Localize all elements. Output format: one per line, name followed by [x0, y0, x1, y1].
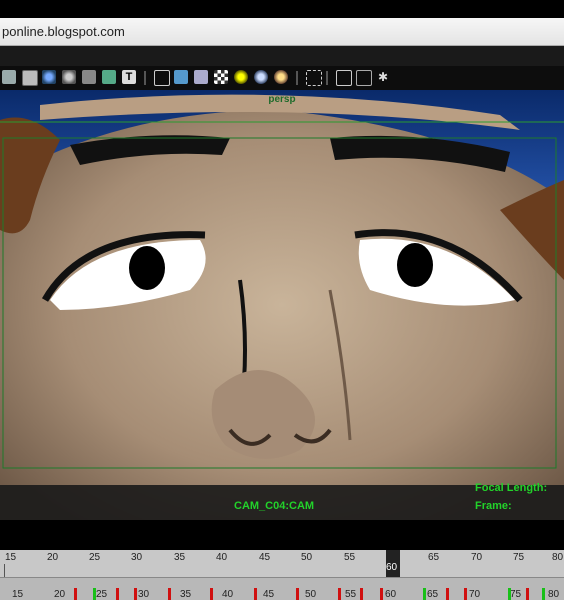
toolbar-separator: [296, 71, 298, 85]
keyframe-marker[interactable]: [116, 588, 119, 600]
camera-name-hud: CAM_C04:CAM: [234, 500, 315, 512]
time-slider-number: 50: [301, 552, 313, 563]
track-number: 15: [12, 589, 24, 600]
sphere-icon[interactable]: [42, 70, 56, 84]
time-slider-number: 15: [5, 552, 17, 563]
keyframe-marker[interactable]: [464, 588, 467, 600]
track-number: 30: [138, 589, 150, 600]
share-icon[interactable]: ✱: [376, 70, 390, 84]
sphere-solid-icon[interactable]: [62, 70, 76, 84]
app-header-gap: [0, 46, 564, 66]
keyframe-marker[interactable]: [360, 588, 363, 600]
current-time-indicator[interactable]: 60: [386, 550, 400, 577]
track-number: 60: [385, 589, 397, 600]
time-slider-number: 55: [344, 552, 356, 563]
time-slider-number: 30: [131, 552, 143, 563]
cube-wire-icon[interactable]: [154, 70, 170, 86]
frame-hud: Frame:: [475, 500, 512, 512]
track-number: 80: [548, 589, 560, 600]
track-number: 65: [427, 589, 439, 600]
keyframe-marker[interactable]: [380, 588, 383, 600]
keyframe-marker[interactable]: [338, 588, 341, 600]
keyframe-marker[interactable]: [446, 588, 449, 600]
keyframe-marker[interactable]: [508, 588, 511, 600]
select-icon[interactable]: [306, 70, 322, 86]
track-number: 25: [96, 589, 108, 600]
light-blue-icon[interactable]: [254, 70, 268, 84]
toolbar-separator: [144, 71, 146, 85]
time-slider-number: 40: [216, 552, 228, 563]
time-slider-number: 20: [47, 552, 59, 563]
keyframe-marker[interactable]: [526, 588, 529, 600]
time-slider-number: 65: [428, 552, 440, 563]
track-number: 45: [263, 589, 275, 600]
track-number: 70: [469, 589, 481, 600]
keyframe-marker[interactable]: [74, 588, 77, 600]
character-face-render: [0, 90, 564, 520]
grid-icon[interactable]: [22, 70, 38, 86]
3d-viewport[interactable]: persp CAM_C04:CAM Focal Length: Frame:: [0, 90, 564, 520]
cube-small-icon[interactable]: [336, 70, 352, 86]
url-text: ponline.blogspot.com: [2, 24, 125, 39]
toolbar-separator: [326, 71, 328, 85]
cube-outline-icon[interactable]: [194, 70, 208, 84]
time-slider-number: 75: [513, 552, 525, 563]
keyframe-marker[interactable]: [254, 588, 257, 600]
time-tick: [4, 564, 5, 577]
time-slider-number: 70: [471, 552, 483, 563]
keyframe-track[interactable]: 15 20 25 30 35 40 45 50 55 60 65 70 75 8…: [0, 578, 564, 600]
track-number: 40: [222, 589, 234, 600]
keyframe-marker[interactable]: [168, 588, 171, 600]
keyframe-marker[interactable]: [423, 588, 426, 600]
xray-icon[interactable]: [82, 70, 96, 84]
viewport-bottom-strip: [0, 520, 564, 550]
time-slider[interactable]: 15 20 25 30 35 40 45 50 55 60 65 70 75 8…: [0, 550, 564, 578]
keyframe-marker[interactable]: [93, 588, 96, 600]
keyframe-marker[interactable]: [134, 588, 137, 600]
browser-url-bar[interactable]: ponline.blogspot.com: [0, 18, 564, 46]
track-number: 20: [54, 589, 66, 600]
keyframe-marker[interactable]: [296, 588, 299, 600]
track-number: 35: [180, 589, 192, 600]
text-icon[interactable]: T: [122, 70, 136, 84]
uv-icon[interactable]: [102, 70, 116, 84]
viewport-toolbar: T ✱: [0, 66, 564, 90]
current-frame-number: 60: [386, 562, 398, 573]
track-number: 55: [345, 589, 357, 600]
time-slider-number: 25: [89, 552, 101, 563]
track-number: 75: [510, 589, 522, 600]
time-slider-number: 80: [552, 552, 564, 563]
time-slider-number: 45: [259, 552, 271, 563]
viewport-camera-label: persp: [268, 94, 296, 105]
checker-icon[interactable]: [214, 70, 228, 84]
layer-icon[interactable]: [2, 70, 16, 84]
cube-icon[interactable]: [174, 70, 188, 84]
time-slider-number: 35: [174, 552, 186, 563]
top-black-strip: [0, 0, 564, 18]
keyframe-marker[interactable]: [542, 588, 545, 600]
keyframe-marker[interactable]: [210, 588, 213, 600]
focal-length-hud: Focal Length:: [475, 482, 548, 494]
light-yellow-icon[interactable]: [234, 70, 248, 84]
track-number: 50: [305, 589, 317, 600]
copy-icon[interactable]: [356, 70, 372, 86]
light-gold-icon[interactable]: [274, 70, 288, 84]
